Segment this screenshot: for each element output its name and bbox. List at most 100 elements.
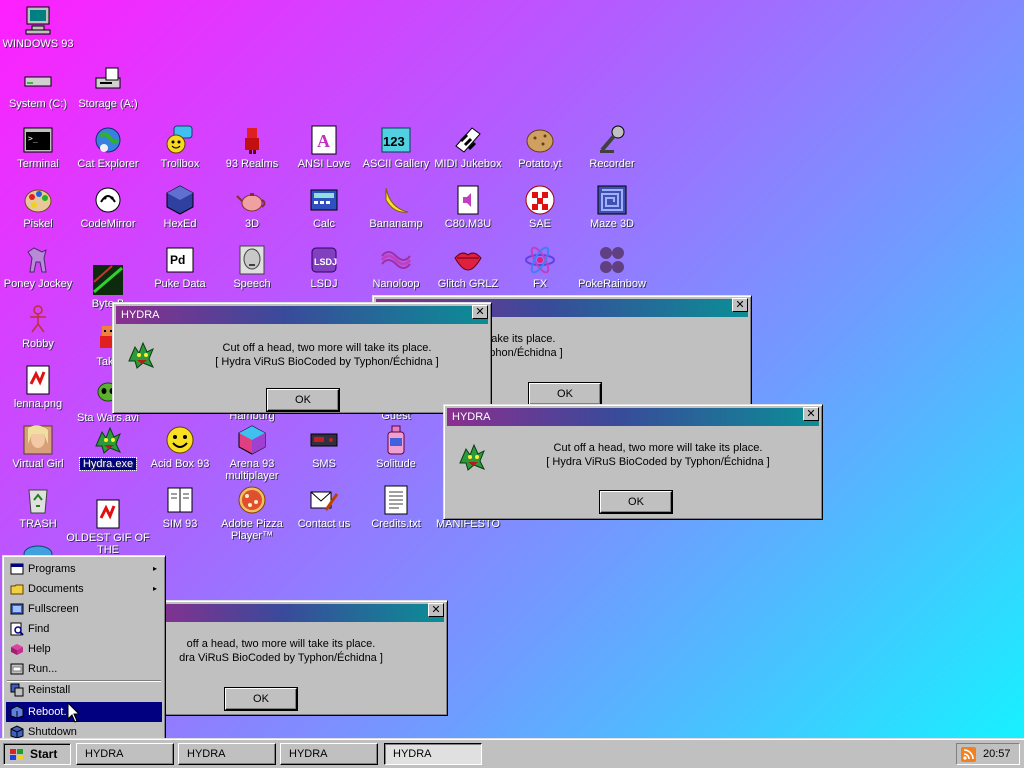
desktop-icon-calc[interactable]: Calc <box>288 182 360 240</box>
desktop-icon-speech[interactable]: Speech <box>216 242 288 300</box>
desktop-icon-storage-a[interactable]: Storage (A:) <box>72 62 144 120</box>
desktop-icon-maze-3d[interactable]: Maze 3D <box>576 182 648 240</box>
svg-text:Pd: Pd <box>170 253 185 267</box>
ok-button[interactable]: OK <box>225 688 297 710</box>
start-button[interactable]: Start <box>3 743 71 765</box>
start-menu-item-programs[interactable]: Programs ▸ <box>6 559 162 579</box>
taskbar-button-hydra[interactable]: HYDRA <box>280 743 378 765</box>
start-menu-item-run[interactable]: Run... <box>6 659 162 679</box>
desktop-icon-adobe-pizza[interactable]: Adobe Pizza Player™ <box>216 482 288 542</box>
system-tray: 20:57 <box>956 743 1020 765</box>
desktop-icon-ansi-love[interactable]: A ANSI Love <box>288 122 360 180</box>
close-icon: ✕ <box>806 407 816 420</box>
desktop-icon-sim93[interactable]: SIM 93 <box>144 482 216 540</box>
desktop-icon-solitude[interactable]: Solitude <box>360 422 432 480</box>
start-menu-item-documents[interactable]: Documents ▸ <box>6 579 162 599</box>
desktop-icon-sae[interactable]: SAE <box>504 182 576 240</box>
desktop-icon-lenna[interactable]: lenna.png <box>2 362 74 420</box>
chevron-right-icon: ▸ <box>152 564 157 573</box>
menu-item-label: Help <box>28 643 51 655</box>
dialog-title-bar[interactable] <box>150 604 444 622</box>
hydra-dialog-3[interactable]: HYDRA ✕ Cut off a head, two more will ta… <box>443 404 823 520</box>
hydra-dialog-1[interactable]: HYDRA ✕ Cut off a head, two more will ta… <box>112 302 492 414</box>
acid-smiley-icon <box>166 426 194 454</box>
start-menu-item-find[interactable]: Find <box>6 619 162 639</box>
desktop-icon-hexed[interactable]: HexEd <box>144 182 216 240</box>
close-button[interactable]: ✕ <box>472 305 488 319</box>
drive-icon <box>24 76 52 87</box>
dialog-line-1: Cut off a head, two more will take its p… <box>222 342 432 354</box>
ok-button[interactable]: OK <box>267 389 339 411</box>
desktop-icon-recorder[interactable]: Recorder <box>576 122 648 180</box>
desktop-icon-hydra[interactable]: Hydra.exe <box>72 422 144 480</box>
letter-a-icon: A <box>311 125 337 155</box>
ok-button[interactable]: OK <box>529 383 601 405</box>
desktop-icon-arena[interactable]: Arena 93 multiplayer <box>216 422 288 482</box>
desktop-icon-93-realms[interactable]: 93 Realms <box>216 122 288 180</box>
taskbar-button-hydra[interactable]: HYDRA <box>178 743 276 765</box>
desktop-icon-3d[interactable]: 3D <box>216 182 288 240</box>
desktop-icon-credits[interactable]: Credits.txt <box>360 482 432 540</box>
ok-button[interactable]: OK <box>600 491 672 513</box>
desktop-icon-poney-jockey[interactable]: Poney Jockey <box>2 242 74 300</box>
desktop-icon-oldest-gif[interactable]: OLDEST GIF OF THE <box>66 496 150 556</box>
desktop-icon-trollbox[interactable]: Trollbox <box>144 122 216 180</box>
taskbar-button-hydra[interactable]: HYDRA <box>76 743 174 765</box>
start-menu-item-reinstall[interactable]: Reinstall <box>6 680 162 700</box>
dialog-title-bar[interactable]: HYDRA <box>447 408 819 426</box>
start-menu-item-reboot[interactable]: Reboot... <box>6 702 162 722</box>
desktop-icon-contact[interactable]: Contact us <box>288 482 360 540</box>
lsdj-icon: LSDJ <box>311 247 337 273</box>
desktop-icon-nanoloop[interactable]: Nanoloop <box>360 242 432 300</box>
desktop-icon-trash[interactable]: TRASH <box>2 482 74 540</box>
dialog-title: HYDRA <box>452 411 491 423</box>
dialog-title-bar[interactable]: HYDRA <box>116 306 488 324</box>
taskbar-button-hydra-active[interactable]: HYDRA <box>384 743 482 765</box>
start-menu-item-fullscreen[interactable]: Fullscreen <box>6 599 162 619</box>
dialog-message: Cut off a head, two more will take its p… <box>504 441 812 469</box>
desktop-icon-system-c[interactable]: System (C:) <box>2 62 74 120</box>
rss-icon[interactable] <box>961 747 976 762</box>
desktop-icon-puke-data[interactable]: Pd Puke Data <box>144 242 216 300</box>
pony-icon <box>27 247 47 273</box>
close-button[interactable]: ✕ <box>732 298 748 312</box>
dialog-line-1: Cut off a head, two more will take its p… <box>553 442 763 454</box>
start-menu-item-help[interactable]: Help <box>6 639 162 659</box>
desktop-icon-terminal[interactable]: >_ Terminal <box>2 122 74 180</box>
folder-icon <box>10 584 24 595</box>
pokemon-icon <box>600 247 624 273</box>
desktop-icon-virtual-girl[interactable]: Virtual Girl <box>2 422 74 480</box>
terminal-icon: >_ <box>23 127 53 153</box>
close-button[interactable]: ✕ <box>428 603 444 617</box>
mail-pen-icon <box>310 491 339 511</box>
desktop-icon-lsdj[interactable]: LSDJ LSDJ <box>288 242 360 300</box>
hydra-dialog-4[interactable]: ✕ off a head, two more will take its pla… <box>146 600 448 716</box>
desktop-icon-fx[interactable]: FX <box>504 242 576 300</box>
desktop-icon-acid-box[interactable]: Acid Box 93 <box>144 422 216 480</box>
desktop-icon-ascii-gallery[interactable]: 123 ASCII Gallery <box>360 122 432 180</box>
close-button[interactable]: ✕ <box>803 407 819 421</box>
chat-smiley-icon <box>166 125 193 154</box>
desktop-icon-bananamp[interactable]: Bananamp <box>360 182 432 240</box>
desktop-icon-windows93[interactable]: WINDOWS 93 <box>2 2 74 60</box>
menu-item-label: Find <box>28 623 50 635</box>
portrait-icon <box>23 425 53 455</box>
desktop-icon-sms[interactable]: SMS <box>288 422 360 480</box>
desktop-icon-cat-explorer[interactable]: Cat Explorer <box>72 122 144 180</box>
desktop-icon-midi-jukebox[interactable]: MIDI Jukebox <box>432 122 504 180</box>
desktop-icon-label: Robby <box>22 338 54 350</box>
desktop-icon-potato[interactable]: Potato.yt <box>504 122 576 180</box>
menu-item-label: Reboot... <box>28 706 73 718</box>
close-icon: ✕ <box>431 603 441 616</box>
desktop-icon-pokerainbow[interactable]: PokeRainbow <box>576 242 648 300</box>
desktop-icon-codemirror[interactable]: CodeMirror <box>72 182 144 240</box>
desktop-icon-piskel[interactable]: Piskel <box>2 182 74 240</box>
desktop-icon-robby[interactable]: Robby <box>2 302 74 360</box>
desktop-icon-glitch-grlz[interactable]: Glitch GRLZ <box>432 242 504 300</box>
shutdown-icon <box>10 725 24 739</box>
floppy-drive-icon <box>95 67 121 89</box>
start-menu[interactable]: Programs ▸ Documents ▸ Fullscreen Find H… <box>2 555 166 743</box>
desktop-icon-label: WINDOWS 93 <box>2 38 74 50</box>
help-icon <box>11 644 23 655</box>
desktop-icon-c80m3u[interactable]: C80.M3U <box>432 182 504 240</box>
